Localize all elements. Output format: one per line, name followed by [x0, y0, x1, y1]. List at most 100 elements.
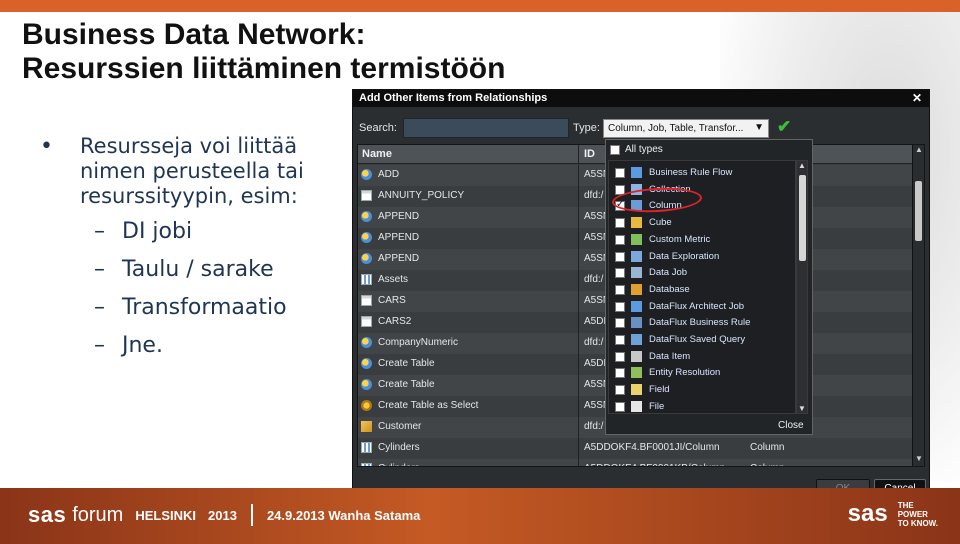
type-option-label: DataFlux Business Rule: [649, 317, 751, 329]
column-divider: [578, 396, 579, 417]
col-icon: [361, 463, 372, 466]
scroll-up-icon[interactable]: ▲: [797, 161, 807, 170]
dialog-titlebar: Add Other Items from Relationships ✕: [353, 90, 929, 107]
dash-icon: –: [94, 257, 105, 282]
gear-icon: [361, 400, 372, 411]
dash-icon: –: [94, 295, 105, 320]
name-cell: APPEND: [378, 232, 420, 243]
dropdown-close-button[interactable]: Close: [778, 420, 804, 431]
type-checkbox[interactable]: [615, 284, 625, 295]
dash-icon: –: [94, 219, 105, 244]
bullet-list: • Resursseja voi liittää nimen perusteel…: [40, 134, 340, 365]
all-types-label: All types: [625, 144, 663, 155]
grid-scrollbar[interactable]: ▲ ▼: [912, 145, 924, 466]
name-cell: APPEND: [378, 253, 420, 264]
title-line-2: Resurssien liittäminen termistöön: [22, 52, 506, 85]
type-option-label: File: [649, 400, 665, 412]
footer-banner: sas forum HELSINKI 2013 24.9.2013 Wanha …: [0, 488, 960, 544]
all-types-checkbox[interactable]: [610, 144, 620, 155]
type-select[interactable]: Column, Job, Table, Transfor... ▼: [603, 119, 769, 138]
sas-wordmark: sas: [28, 502, 67, 527]
cube-icon: [361, 421, 372, 432]
column-divider: [578, 249, 579, 270]
type-cell: Column: [750, 442, 785, 453]
type-checkbox[interactable]: [615, 385, 625, 396]
type-option-database[interactable]: Database: [609, 282, 795, 298]
job-icon: [361, 358, 372, 369]
column-header-name[interactable]: Name: [362, 148, 392, 160]
table-row[interactable]: Cylinders A5DDOKF4.BF0001JI/Column Column: [358, 438, 914, 459]
id-cell: dfd:/: [584, 337, 604, 348]
column-header-id[interactable]: ID: [584, 148, 595, 160]
type-list-scrollbar[interactable]: ▲ ▼: [796, 160, 808, 414]
type-option-dataflux-business-rule[interactable]: DataFlux Business Rule: [609, 315, 795, 331]
scroll-down-icon[interactable]: ▼: [913, 454, 924, 466]
footer-divider: [250, 504, 253, 526]
scroll-thumb[interactable]: [915, 181, 922, 241]
sas-tagline: THE POWER TO KNOW.: [898, 501, 938, 528]
type-icon: [631, 367, 642, 379]
scroll-down-icon[interactable]: ▼: [797, 404, 807, 413]
type-option-custom-metric[interactable]: Custom Metric: [609, 232, 795, 248]
close-icon[interactable]: ✕: [912, 91, 922, 105]
table-row[interactable]: Cylinders A5DDOKF4.BF0001KB/Column Column: [358, 459, 914, 466]
tagline-line: TO KNOW.: [897, 518, 938, 528]
type-option-field[interactable]: Field: [609, 382, 795, 398]
scroll-up-icon[interactable]: ▲: [913, 145, 924, 157]
column-divider: [578, 375, 579, 396]
search-input[interactable]: [402, 118, 569, 138]
column-divider: [578, 438, 579, 459]
type-checkbox[interactable]: [615, 351, 625, 362]
type-checkbox[interactable]: [615, 335, 625, 345]
column-divider: [578, 333, 579, 354]
type-option-dataflux-architect-job[interactable]: DataFlux Architect Job: [609, 299, 795, 315]
column-divider: [578, 354, 579, 375]
apply-check-icon[interactable]: ✔: [777, 117, 791, 137]
type-icon: [631, 400, 642, 412]
id-cell: A5DDOKF4.BF0001KB/Column: [584, 463, 725, 466]
column-divider: [578, 165, 579, 186]
type-cell: Column: [750, 463, 784, 466]
name-cell: ADD: [378, 169, 400, 180]
tagline-line: POWER: [897, 509, 928, 519]
type-option-cube[interactable]: Cube: [609, 215, 795, 231]
type-icon: [631, 217, 642, 229]
type-option-entity-resolution[interactable]: Entity Resolution: [609, 365, 795, 381]
type-checkbox[interactable]: [615, 268, 625, 279]
type-option-label: Data Exploration: [649, 250, 720, 262]
type-checkbox[interactable]: [615, 168, 625, 178]
type-checkbox[interactable]: [615, 218, 625, 229]
table-icon: [361, 316, 372, 327]
name-cell: Assets: [378, 274, 409, 285]
job-icon: [361, 169, 372, 180]
type-option-data-item[interactable]: Data Item: [609, 349, 795, 365]
type-checkbox[interactable]: [615, 318, 625, 329]
name-cell: Cylinders: [378, 463, 420, 466]
chevron-down-icon[interactable]: ▼: [754, 122, 764, 133]
all-types-option[interactable]: All types: [610, 144, 663, 155]
name-cell: Create Table: [378, 379, 435, 390]
title-line-1: Business Data Network:: [22, 18, 366, 51]
type-option-business-rule-flow[interactable]: Business Rule Flow: [609, 165, 795, 181]
type-option-data-job[interactable]: Data Job: [609, 265, 795, 281]
sub-bullet-text: Transformaatio: [122, 295, 287, 320]
name-cell: Customer: [378, 421, 422, 432]
type-option-label: Field: [649, 384, 670, 396]
type-option-data-exploration[interactable]: Data Exploration: [609, 249, 795, 265]
type-option-label: Data Item: [649, 350, 691, 362]
type-checkbox[interactable]: [615, 301, 625, 312]
type-option-dataflux-saved-query[interactable]: DataFlux Saved Query: [609, 332, 795, 348]
scroll-thumb[interactable]: [799, 175, 806, 261]
type-checkbox[interactable]: [615, 368, 625, 379]
name-cell: Create Table as Select: [378, 400, 479, 411]
type-checkbox[interactable]: [615, 401, 625, 412]
type-checkbox[interactable]: [615, 234, 625, 245]
name-cell: CompanyNumeric: [378, 337, 459, 348]
type-checkbox[interactable]: [615, 251, 625, 262]
column-divider[interactable]: [578, 145, 579, 163]
type-option-label: Database: [649, 283, 690, 295]
dialog-title: Add Other Items from Relationships: [359, 92, 548, 104]
type-option-file[interactable]: File: [609, 399, 795, 415]
type-option-label: Cube: [649, 217, 672, 229]
type-option-label: Data Job: [649, 267, 688, 279]
